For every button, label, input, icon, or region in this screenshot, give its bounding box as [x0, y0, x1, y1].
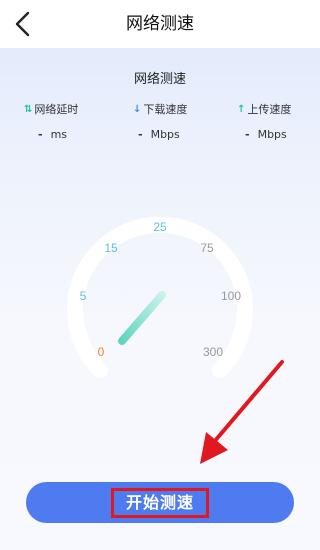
page-title: 网络测速: [126, 14, 194, 34]
upload-value: -: [245, 128, 250, 141]
gauge-tick-0: 0: [98, 345, 105, 359]
arrow-up-icon: ↑: [237, 103, 246, 115]
swap-arrows-icon: ⇅: [24, 103, 33, 115]
metric-upload-text: 上传速度: [247, 103, 292, 116]
metric-download-text: 下载速度: [143, 103, 188, 116]
metric-latency-label: ⇅ 网络延时: [24, 101, 78, 117]
latency-value: -: [38, 128, 43, 141]
gauge-tick-5: 5: [80, 289, 87, 303]
panel-title: 网络测速: [133, 72, 186, 87]
latency-unit: ms: [50, 128, 68, 141]
speed-gauge: 0 5 15 25 75 100 300: [67, 216, 253, 378]
top-bar: 网络测速: [0, 0, 320, 48]
metric-latency-text: 网络延时: [34, 103, 79, 116]
start-test-button-label[interactable]: 开始测速: [111, 488, 209, 518]
upload-unit: Mbps: [257, 128, 287, 141]
arrow-down-icon: ↓: [133, 103, 142, 115]
metric-latency-value: - ms: [38, 128, 67, 141]
metric-upload-label: ↑ 上传速度: [237, 101, 291, 117]
chevron-left-icon[interactable]: [8, 8, 40, 40]
metric-upload-value: - Mbps: [245, 128, 287, 141]
back-button[interactable]: [8, 8, 40, 40]
metric-download-label: ↓ 下载速度: [133, 101, 187, 117]
download-value: -: [138, 128, 143, 141]
gauge-tick-15: 15: [104, 241, 118, 255]
gauge-needle: [118, 291, 166, 345]
metric-download-value: - Mbps: [138, 128, 180, 141]
gauge-tick-25: 25: [153, 220, 167, 234]
gauge-tick-300: 300: [203, 345, 223, 359]
gauge-tick-100: 100: [221, 289, 241, 303]
gauge-tick-75: 75: [200, 241, 214, 255]
download-unit: Mbps: [150, 128, 180, 141]
